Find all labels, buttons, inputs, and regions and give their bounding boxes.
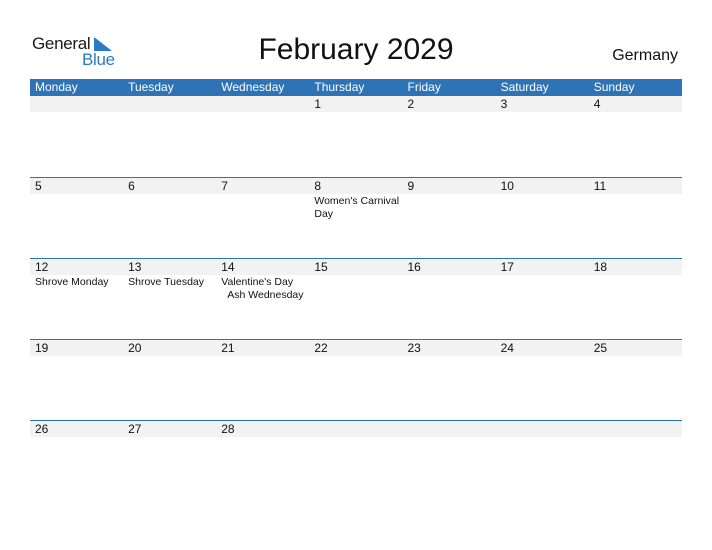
day-number [221, 96, 309, 112]
day-number [314, 421, 402, 437]
day-cell: 9 [403, 178, 496, 258]
day-cell: 19 [30, 340, 123, 420]
day-cell: 4 [589, 96, 682, 177]
weekday-monday: Monday [35, 80, 78, 94]
day-number [35, 96, 123, 112]
day-cell: 16 [403, 259, 496, 339]
day-cell: 21 [216, 340, 309, 420]
day-cell [216, 96, 309, 177]
day-number: 27 [128, 422, 142, 436]
day-number: 6 [128, 179, 135, 193]
week-row: 26 27 28 [30, 420, 682, 501]
holiday-label: Ash Wednesday [227, 289, 304, 301]
week-row: 5 6 7 8 Women's Carnival Day 9 10 11 [30, 177, 682, 258]
week-row: 19 20 21 22 23 24 25 [30, 339, 682, 420]
weekday-sunday: Sunday [593, 80, 635, 94]
week-row: 12 Shrove Monday 13 Shrove Tuesday 14 Valenti… [30, 258, 682, 339]
day-cell: 7 [216, 178, 309, 258]
day-cell [30, 96, 123, 177]
day-number: 22 [314, 341, 328, 355]
day-number: 25 [593, 341, 608, 355]
day-number: 13 [128, 260, 142, 274]
day-number: 4 [593, 97, 601, 111]
weekday-saturday: Saturday [500, 80, 549, 94]
day-number: 17 [500, 260, 514, 274]
day-cell: 6 [123, 178, 216, 258]
calendar-title: February 2029 [258, 33, 454, 66]
weekday-thursday: Thursday [314, 80, 365, 94]
calendar-grid: Monday Tuesday Wednesday Thursday Friday… [30, 79, 682, 501]
country-label: Germany [612, 47, 678, 64]
day-cell: 17 [496, 259, 589, 339]
day-cell: 25 [589, 340, 682, 420]
day-number: 16 [407, 260, 421, 274]
day-number [501, 421, 589, 437]
day-number: 20 [128, 341, 142, 355]
weekday-wednesday: Wednesday [221, 80, 285, 94]
day-cell: 18 [589, 259, 682, 339]
day-cell: 15 [309, 259, 402, 339]
day-number: 11 [593, 179, 607, 193]
day-cell: 24 [496, 340, 589, 420]
weeks-container: 1 2 3 4 5 6 7 8 Women's Carnival Day 9 10 11 12 Shrov… [30, 96, 682, 501]
day-cell: 20 [123, 340, 216, 420]
day-number: 1 [314, 97, 322, 111]
day-cell [496, 421, 589, 501]
day-cell: 8 Women's Carnival Day [309, 178, 402, 258]
weekday-header: Monday Tuesday Wednesday Thursday Friday… [30, 79, 682, 96]
day-cell: 11 [589, 178, 682, 258]
day-cell: 1 [309, 96, 402, 177]
day-cell: 22 [309, 340, 402, 420]
day-cell: 26 [30, 421, 123, 501]
day-number: 3 [500, 97, 508, 111]
day-number: 5 [35, 179, 42, 193]
weekday-tuesday: Tuesday [128, 80, 174, 94]
day-cell: 28 [216, 421, 309, 501]
day-cell: 13 Shrove Tuesday [123, 259, 216, 339]
holiday-label: Shrove Tuesday [128, 276, 205, 288]
week-row: 1 2 3 4 [30, 96, 682, 177]
day-number: 12 [35, 260, 49, 274]
holiday-label: Women's Carnival Day [314, 195, 400, 220]
day-cell: 14 Valentine's Day Ash Wednesday [216, 259, 309, 339]
day-number: 10 [500, 179, 514, 193]
day-number: 18 [593, 260, 608, 274]
day-cell: 5 [30, 178, 123, 258]
day-cell: 27 [123, 421, 216, 501]
day-cell [403, 421, 496, 501]
day-number: 15 [314, 260, 328, 274]
day-cell: 12 Shrove Monday [30, 259, 123, 339]
weekday-friday: Friday [407, 80, 441, 94]
day-cell: 10 [496, 178, 589, 258]
day-number [408, 421, 496, 437]
day-cell: 3 [496, 96, 589, 177]
day-number: 8 [314, 179, 322, 193]
day-number: 26 [35, 422, 49, 436]
day-number: 14 [221, 260, 235, 274]
day-cell [123, 96, 216, 177]
day-number [128, 96, 216, 112]
day-number: 2 [407, 97, 415, 111]
day-number: 28 [221, 422, 235, 436]
day-cell: 2 [403, 96, 496, 177]
day-cell [589, 421, 682, 501]
day-number: 9 [407, 179, 415, 193]
day-number: 7 [221, 179, 228, 193]
day-number: 21 [221, 341, 235, 355]
day-number: 23 [407, 341, 421, 355]
day-number: 24 [500, 341, 514, 355]
day-number: 19 [35, 341, 49, 355]
holiday-label: Shrove Monday [35, 276, 109, 288]
day-cell: 23 [403, 340, 496, 420]
holiday-label: Valentine's Day [221, 276, 294, 288]
day-cell [309, 421, 402, 501]
day-number [594, 421, 682, 437]
